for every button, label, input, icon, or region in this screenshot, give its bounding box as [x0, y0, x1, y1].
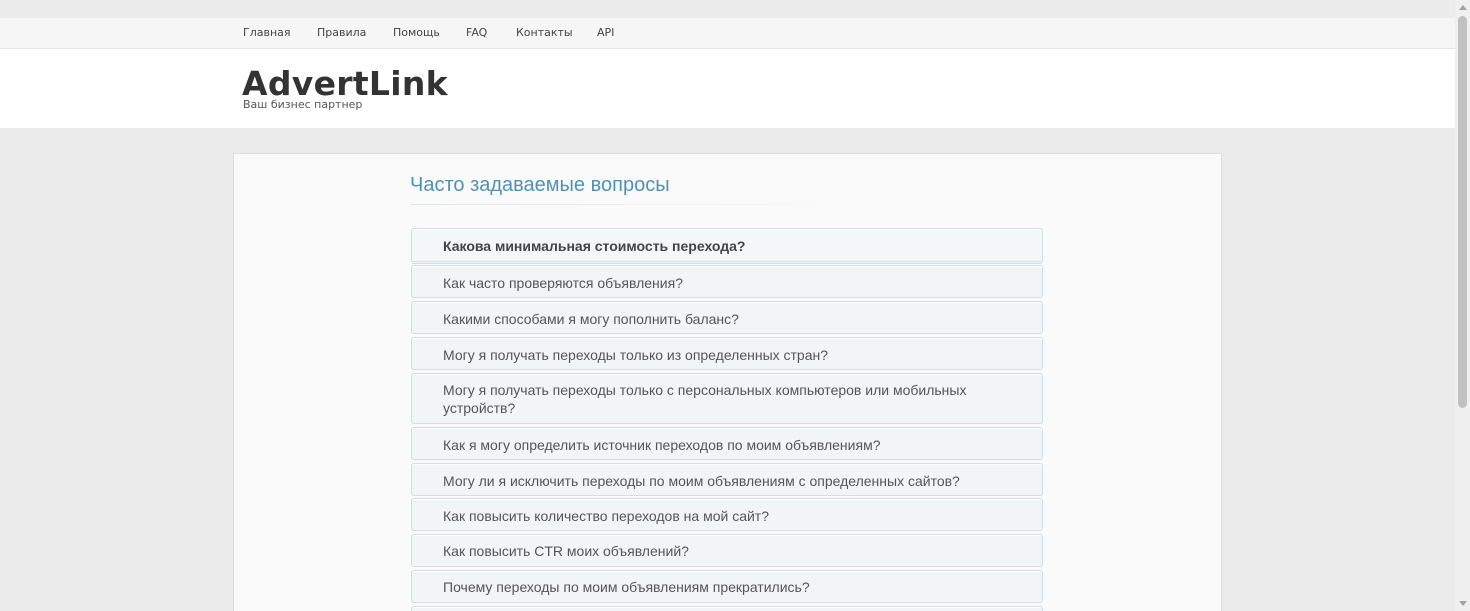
- top-strip: [0, 0, 1455, 18]
- nav-link-help[interactable]: Помощь: [393, 26, 440, 39]
- faq-question: Почему переходы по моим объявлениям прек…: [443, 579, 810, 595]
- nav-link-api[interactable]: API: [597, 26, 614, 39]
- faq-question: Как я могу определить источник переходов…: [443, 437, 881, 453]
- faq-question: Какова минимальная стоимость перехода?: [443, 238, 746, 254]
- scrollbar-thumb[interactable]: [1458, 16, 1467, 408]
- faq-question: Какими способами я могу пополнить баланс…: [443, 311, 739, 327]
- faq-question: Как часто проверяются объявления?: [443, 275, 683, 291]
- faq-item[interactable]: [411, 606, 1043, 611]
- faq-item[interactable]: Какова минимальная стоимость перехода?: [411, 228, 1043, 264]
- site-tagline: Ваш бизнес партнер: [243, 98, 363, 111]
- top-nav: Главная Правила Помощь FAQ Контакты API: [0, 18, 1455, 49]
- faq-item[interactable]: Почему переходы по моим объявлениям прек…: [411, 570, 1043, 603]
- faq-question: Могу ли я исключить переходы по моим объ…: [443, 473, 960, 489]
- faq-item[interactable]: Как я могу определить источник переходов…: [411, 427, 1043, 460]
- nav-link-home[interactable]: Главная: [243, 26, 291, 39]
- faq-question: Могу я получать переходы только из опред…: [443, 347, 829, 363]
- faq-item[interactable]: Могу я получать переходы только из опред…: [411, 337, 1043, 370]
- title-divider: [410, 204, 870, 205]
- faq-item[interactable]: Как повысить количество переходов на мой…: [411, 498, 1043, 531]
- faq-item[interactable]: Как повысить CTR моих объявлений?: [411, 534, 1043, 567]
- faq-item[interactable]: Могу ли я исключить переходы по моим объ…: [411, 463, 1043, 496]
- page: Главная Правила Помощь FAQ Контакты API …: [0, 0, 1455, 611]
- faq-question: Как повысить CTR моих объявлений?: [443, 543, 689, 559]
- site-header: AdvertLink Ваш бизнес партнер: [0, 49, 1455, 128]
- scroll-down-arrow-icon[interactable]: [1459, 601, 1467, 606]
- faq-item[interactable]: Как часто проверяются объявления?: [411, 265, 1043, 298]
- faq-item[interactable]: Могу я получать переходы только с персон…: [411, 373, 1043, 424]
- faq-item[interactable]: Какими способами я могу пополнить баланс…: [411, 301, 1043, 334]
- content-panel: Часто задаваемые вопросы Какова минималь…: [233, 153, 1222, 611]
- nav-link-contacts[interactable]: Контакты: [516, 26, 573, 39]
- page-scrollbar[interactable]: [1455, 0, 1470, 611]
- page-title: Часто задаваемые вопросы: [410, 174, 670, 196]
- faq-question: Могу я получать переходы только с персон…: [443, 382, 967, 416]
- faq-question: Как повысить количество переходов на мой…: [443, 508, 770, 524]
- nav-link-rules[interactable]: Правила: [317, 26, 366, 39]
- nav-link-faq[interactable]: FAQ: [466, 26, 487, 39]
- scroll-up-arrow-icon[interactable]: [1459, 5, 1467, 10]
